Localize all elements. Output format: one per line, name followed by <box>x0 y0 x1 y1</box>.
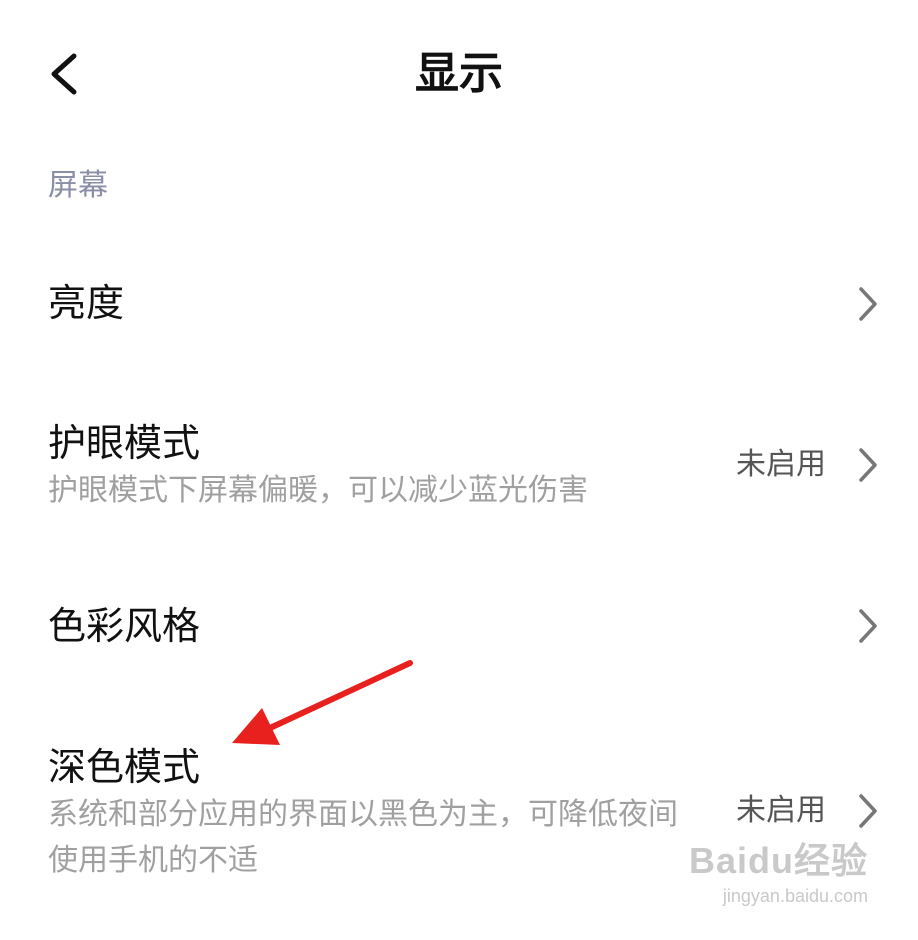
row-title: 亮度 <box>48 281 125 325</box>
setting-row-eye-comfort[interactable]: 护眼模式 护眼模式下屏幕偏暖，可以减少蓝光伤害 未启用 <box>0 400 918 540</box>
watermark: Baidu经验 jingyan.baidu.com <box>689 838 868 908</box>
row-subtitle: 护眼模式下屏幕偏暖，可以减少蓝光伤害 <box>48 473 588 508</box>
setting-row-brightness[interactable]: 亮度 <box>0 250 918 360</box>
setting-row-color-style[interactable]: 色彩风格 <box>0 575 918 685</box>
header-bar: 显示 <box>0 0 918 140</box>
section-label-screen: 屏幕 <box>48 168 108 203</box>
chevron-right-icon <box>859 609 877 643</box>
row-title: 深色模式 <box>48 745 201 789</box>
watermark-url: jingyan.baidu.com <box>722 886 868 906</box>
row-title: 色彩风格 <box>48 604 201 648</box>
chevron-right-icon <box>859 287 877 321</box>
chevron-right-icon <box>859 794 877 828</box>
chevron-right-icon <box>859 448 877 482</box>
row-title: 护眼模式 <box>48 421 201 465</box>
watermark-brand: Baidu经验 <box>688 840 868 881</box>
row-subtitle: 系统和部分应用的界面以黑色为主，可降低夜间使用手机的不适 <box>48 797 678 878</box>
status-text: 未启用 <box>736 793 826 828</box>
page-title: 显示 <box>415 48 503 99</box>
status-text: 未启用 <box>736 447 826 482</box>
